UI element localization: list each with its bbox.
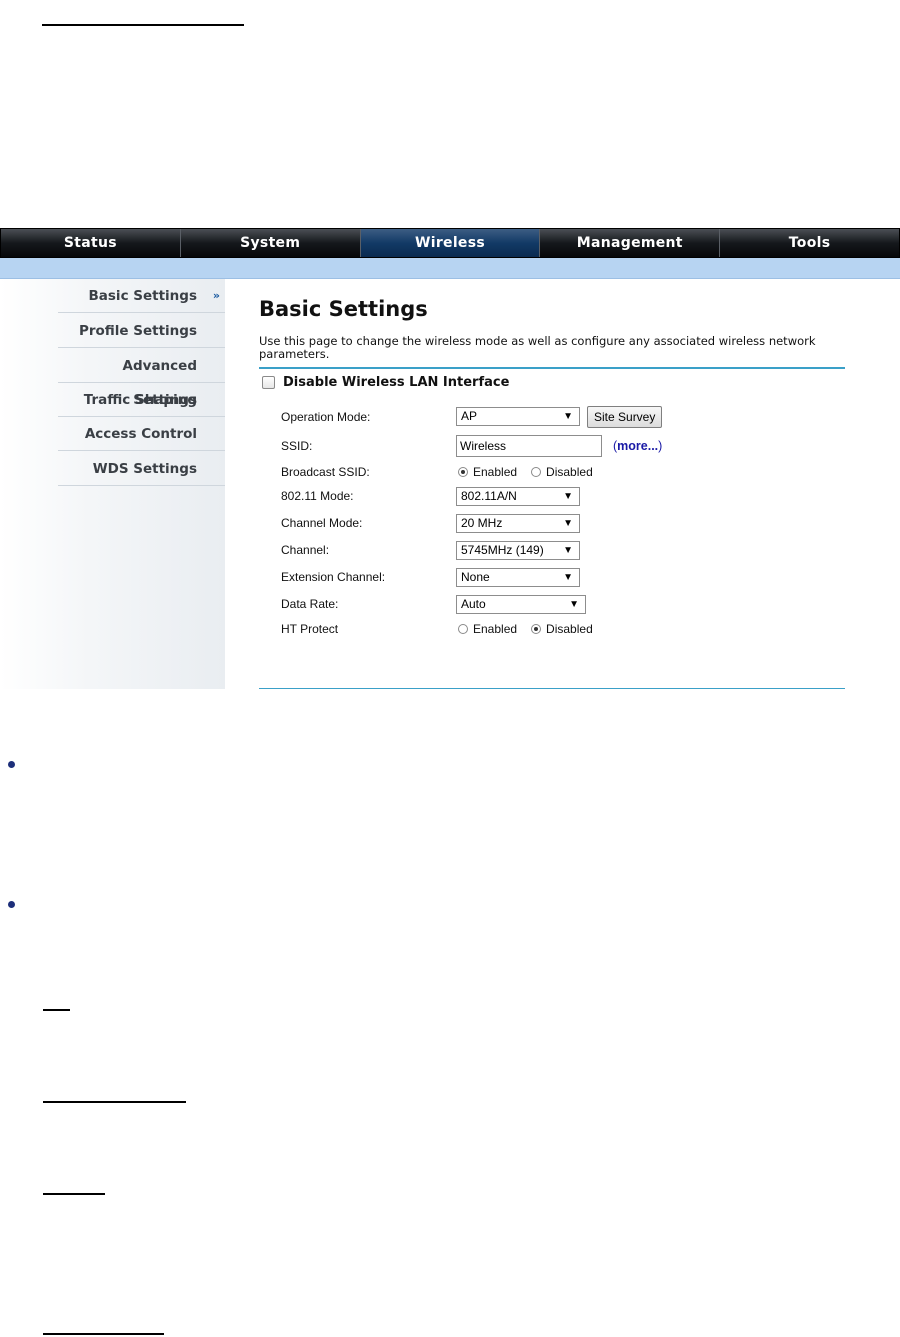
ht-protect-label: HT Protect <box>281 622 339 636</box>
dropdown-arrow-icon: ▼ <box>563 411 573 422</box>
heading-underline <box>43 1101 186 1103</box>
heading-underline <box>43 1333 164 1335</box>
sidebar: Basic Settings » Profile Settings Advanc… <box>0 279 225 689</box>
sidebar-item-traffic-shaping[interactable]: Traffic Shaping <box>58 383 225 417</box>
heading-underline <box>43 1193 105 1195</box>
tab-status[interactable]: Status <box>1 229 181 257</box>
channel-mode-value: 20 MHz <box>461 516 503 530</box>
page-description: Use this page to change the wireless mod… <box>259 334 816 361</box>
site-survey-button[interactable]: Site Survey <box>587 406 663 428</box>
sidebar-item-basic-settings[interactable]: Basic Settings » <box>58 279 225 313</box>
broadcast-disabled-label: Disabled <box>546 465 593 479</box>
ssid-more-link[interactable]: more... <box>617 439 658 453</box>
ht-protect-disabled-radio[interactable] <box>531 624 542 634</box>
disable-wlan-label: Disable Wireless LAN Interface <box>283 375 510 390</box>
sub-nav-strip <box>0 258 900 279</box>
sidebar-item-label: Access Control <box>84 426 197 442</box>
tab-wireless[interactable]: Wireless <box>360 229 541 257</box>
tab-system[interactable]: System <box>181 229 361 257</box>
operation-mode-select[interactable]: AP ▼ <box>456 407 580 426</box>
divider <box>259 688 845 689</box>
channel-value: 5745MHz (149) <box>461 543 544 557</box>
disable-wlan-checkbox[interactable] <box>262 376 275 389</box>
extension-channel-row: Extension Channel: None ▼ <box>281 566 841 588</box>
ssid-label: SSID: <box>281 439 313 453</box>
ht-protect-enabled-label: Enabled <box>473 622 518 636</box>
heading-underline <box>42 24 244 26</box>
mode-80211-row: 802.11 Mode: 802.11A/N ▼ <box>281 485 841 507</box>
data-rate-select[interactable]: Auto ▼ <box>456 595 586 614</box>
broadcast-ssid-radio-group: Enabled Disabled <box>458 465 607 479</box>
channel-label: Channel: <box>281 543 330 557</box>
broadcast-ssid-row: Broadcast SSID: Enabled Disabled <box>281 461 841 483</box>
double-chevron-right-icon: » <box>212 289 220 302</box>
data-rate-row: Data Rate: Auto ▼ <box>281 593 841 615</box>
main-nav: Status System Wireless Management Tools <box>0 228 900 258</box>
ssid-row: SSID: Wireless (more...) <box>281 435 841 457</box>
more-link-wrapper: (more...) <box>613 439 663 453</box>
page-title: Basic Settings <box>259 297 428 321</box>
sidebar-item-access-control[interactable]: Access Control <box>58 417 225 451</box>
channel-mode-label: Channel Mode: <box>281 516 363 530</box>
ssid-input[interactable]: Wireless <box>456 435 602 457</box>
broadcast-disabled-radio[interactable] <box>531 467 542 477</box>
channel-mode-row: Channel Mode: 20 MHz ▼ <box>281 512 841 534</box>
dropdown-arrow-icon: ▼ <box>563 572 573 583</box>
sidebar-item-label: Profile Settings <box>78 323 197 339</box>
broadcast-enabled-label: Enabled <box>473 465 518 479</box>
divider <box>259 367 845 369</box>
sidebar-item-label: Traffic Shaping <box>83 392 197 408</box>
operation-mode-row: Operation Mode: AP ▼ Site Survey <box>281 406 841 428</box>
bullet-icon <box>8 901 15 908</box>
heading-underline <box>43 1009 70 1011</box>
sidebar-item-label: Basic Settings <box>88 288 198 304</box>
extension-channel-select[interactable]: None ▼ <box>456 568 580 587</box>
data-rate-label: Data Rate: <box>281 597 339 611</box>
operation-mode-value: AP <box>461 409 478 423</box>
mode-80211-label: 802.11 Mode: <box>281 489 354 503</box>
tab-tools[interactable]: Tools <box>720 229 899 257</box>
main-content: Basic Settings Use this page to change t… <box>225 279 900 689</box>
mode-80211-select[interactable]: 802.11A/N ▼ <box>456 487 580 506</box>
broadcast-ssid-label: Broadcast SSID: <box>281 465 370 479</box>
sidebar-item-advanced-settings[interactable]: Advanced Settings <box>58 349 225 408</box>
mode-80211-value: 802.11A/N <box>461 489 517 503</box>
dropdown-arrow-icon: ▼ <box>563 491 573 502</box>
operation-mode-label: Operation Mode: <box>281 410 371 424</box>
dropdown-arrow-icon: ▼ <box>569 599 579 610</box>
bullet-icon <box>8 761 15 768</box>
ht-protect-row: HT Protect Enabled Disabled <box>281 618 841 640</box>
channel-mode-select[interactable]: 20 MHz ▼ <box>456 514 580 533</box>
extension-channel-value: None <box>461 570 490 584</box>
dropdown-arrow-icon: ▼ <box>563 545 573 556</box>
tab-management[interactable]: Management <box>540 229 721 257</box>
data-rate-value: Auto <box>461 597 486 611</box>
channel-select[interactable]: 5745MHz (149) ▼ <box>456 541 580 560</box>
ht-protect-enabled-radio[interactable] <box>458 624 468 634</box>
sidebar-item-label: WDS Settings <box>92 461 197 477</box>
channel-row: Channel: 5745MHz (149) ▼ <box>281 539 841 561</box>
sidebar-item-profile-settings[interactable]: Profile Settings <box>58 314 225 348</box>
broadcast-enabled-radio[interactable] <box>458 467 468 477</box>
dropdown-arrow-icon: ▼ <box>563 518 573 529</box>
disable-wlan-row: Disable Wireless LAN Interface <box>262 375 509 390</box>
extension-channel-label: Extension Channel: <box>281 570 386 584</box>
sidebar-item-wds-settings[interactable]: WDS Settings <box>58 452 225 486</box>
ht-protect-disabled-label: Disabled <box>546 622 593 636</box>
ht-protect-radio-group: Enabled Disabled <box>458 622 607 636</box>
